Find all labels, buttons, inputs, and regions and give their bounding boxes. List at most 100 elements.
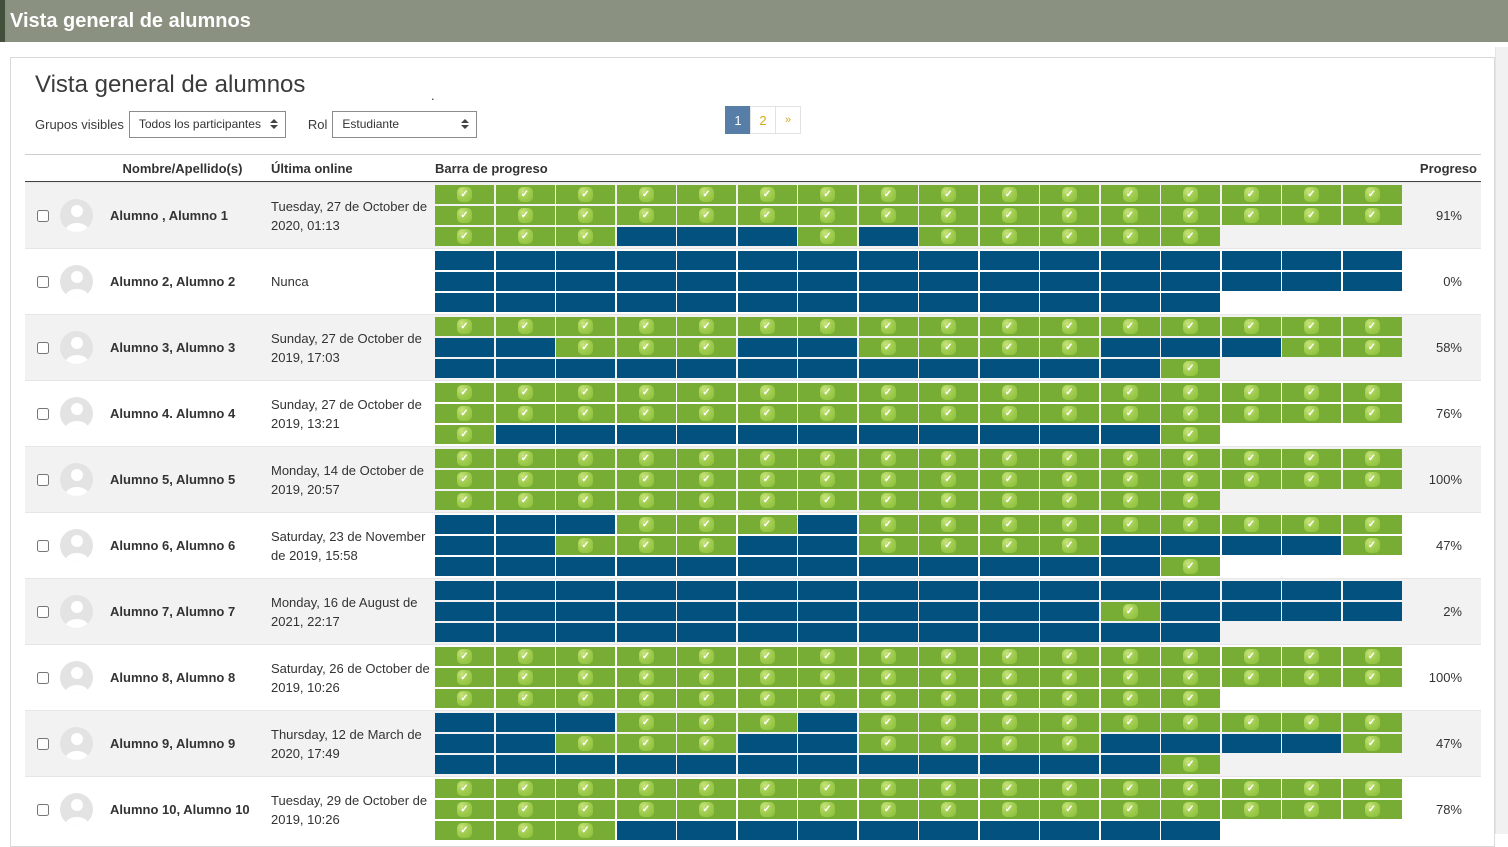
activity-cell-complete[interactable]: ✓	[1222, 779, 1281, 798]
activity-cell-incomplete[interactable]	[556, 713, 615, 732]
activity-cell-complete[interactable]: ✓	[617, 404, 676, 423]
activity-cell-incomplete[interactable]	[798, 338, 857, 357]
activity-cell-complete[interactable]: ✓	[1161, 470, 1220, 489]
activity-cell-complete[interactable]: ✓	[798, 185, 857, 204]
activity-cell-incomplete[interactable]	[1161, 338, 1220, 357]
activity-cell-complete[interactable]: ✓	[980, 515, 1039, 534]
activity-cell-incomplete[interactable]	[556, 272, 615, 291]
activity-cell-complete[interactable]: ✓	[1161, 404, 1220, 423]
activity-cell-incomplete[interactable]	[798, 425, 857, 444]
activity-cell-complete[interactable]: ✓	[1040, 668, 1099, 687]
activity-cell-complete[interactable]: ✓	[677, 647, 736, 666]
activity-cell-incomplete[interactable]	[738, 755, 797, 774]
activity-cell-complete[interactable]: ✓	[677, 206, 736, 225]
activity-cell-incomplete[interactable]	[496, 359, 555, 378]
activity-cell-incomplete[interactable]	[496, 755, 555, 774]
activity-cell-complete[interactable]: ✓	[859, 800, 918, 819]
activity-cell-complete[interactable]: ✓	[617, 713, 676, 732]
activity-cell-incomplete[interactable]	[738, 338, 797, 357]
activity-cell-complete[interactable]: ✓	[1343, 383, 1402, 402]
activity-cell-complete[interactable]: ✓	[1161, 185, 1220, 204]
activity-cell-complete[interactable]: ✓	[617, 734, 676, 753]
activity-cell-complete[interactable]: ✓	[435, 206, 494, 225]
activity-cell-incomplete[interactable]	[677, 557, 736, 576]
activity-cell-complete[interactable]: ✓	[435, 425, 494, 444]
activity-cell-complete[interactable]: ✓	[798, 800, 857, 819]
activity-cell-incomplete[interactable]	[556, 251, 615, 270]
activity-cell-incomplete[interactable]	[556, 557, 615, 576]
activity-cell-complete[interactable]: ✓	[980, 470, 1039, 489]
activity-cell-incomplete[interactable]	[1222, 338, 1281, 357]
activity-cell-complete[interactable]: ✓	[1161, 515, 1220, 534]
activity-cell-incomplete[interactable]	[677, 272, 736, 291]
activity-cell-incomplete[interactable]	[980, 293, 1039, 312]
activity-cell-incomplete[interactable]	[1161, 536, 1220, 555]
activity-cell-complete[interactable]: ✓	[1101, 602, 1160, 621]
activity-cell-complete[interactable]: ✓	[1101, 800, 1160, 819]
activity-cell-incomplete[interactable]	[1040, 557, 1099, 576]
row-checkbox[interactable]	[37, 672, 49, 684]
activity-cell-complete[interactable]: ✓	[980, 779, 1039, 798]
activity-cell-incomplete[interactable]	[435, 251, 494, 270]
activity-cell-complete[interactable]: ✓	[1343, 800, 1402, 819]
activity-cell-complete[interactable]: ✓	[617, 515, 676, 534]
activity-cell-incomplete[interactable]	[919, 581, 978, 600]
activity-cell-complete[interactable]: ✓	[1161, 449, 1220, 468]
activity-cell-incomplete[interactable]	[980, 272, 1039, 291]
activity-cell-complete[interactable]: ✓	[677, 515, 736, 534]
activity-cell-complete[interactable]: ✓	[556, 821, 615, 840]
activity-cell-complete[interactable]: ✓	[1222, 317, 1281, 336]
activity-cell-complete[interactable]: ✓	[738, 449, 797, 468]
activity-cell-complete[interactable]: ✓	[496, 821, 555, 840]
activity-cell-complete[interactable]: ✓	[496, 647, 555, 666]
activity-cell-complete[interactable]: ✓	[1343, 470, 1402, 489]
activity-cell-incomplete[interactable]	[980, 251, 1039, 270]
activity-cell-complete[interactable]: ✓	[617, 491, 676, 510]
row-checkbox[interactable]	[37, 276, 49, 288]
activity-cell-complete[interactable]: ✓	[738, 800, 797, 819]
activity-cell-complete[interactable]: ✓	[1161, 317, 1220, 336]
activity-cell-complete[interactable]: ✓	[919, 536, 978, 555]
activity-cell-complete[interactable]: ✓	[1343, 647, 1402, 666]
activity-cell-complete[interactable]: ✓	[496, 227, 555, 246]
activity-cell-incomplete[interactable]	[617, 755, 676, 774]
activity-cell-complete[interactable]: ✓	[1161, 779, 1220, 798]
activity-cell-incomplete[interactable]	[1040, 821, 1099, 840]
activity-cell-incomplete[interactable]	[1161, 602, 1220, 621]
activity-cell-incomplete[interactable]	[617, 272, 676, 291]
activity-cell-incomplete[interactable]	[435, 581, 494, 600]
activity-cell-complete[interactable]: ✓	[859, 317, 918, 336]
activity-cell-complete[interactable]: ✓	[919, 800, 978, 819]
activity-cell-complete[interactable]: ✓	[496, 668, 555, 687]
activity-cell-complete[interactable]: ✓	[1282, 383, 1341, 402]
activity-cell-incomplete[interactable]	[617, 227, 676, 246]
activity-cell-complete[interactable]: ✓	[980, 338, 1039, 357]
activity-cell-incomplete[interactable]	[738, 734, 797, 753]
activity-cell-complete[interactable]: ✓	[617, 185, 676, 204]
activity-cell-complete[interactable]: ✓	[1222, 185, 1281, 204]
activity-cell-complete[interactable]: ✓	[1040, 689, 1099, 708]
activity-cell-incomplete[interactable]	[859, 359, 918, 378]
activity-cell-incomplete[interactable]	[556, 359, 615, 378]
activity-cell-complete[interactable]: ✓	[1282, 338, 1341, 357]
activity-cell-complete[interactable]: ✓	[919, 668, 978, 687]
activity-cell-complete[interactable]: ✓	[1040, 383, 1099, 402]
activity-cell-complete[interactable]: ✓	[980, 383, 1039, 402]
activity-cell-incomplete[interactable]	[798, 734, 857, 753]
activity-cell-complete[interactable]: ✓	[1282, 779, 1341, 798]
activity-cell-complete[interactable]: ✓	[617, 206, 676, 225]
activity-cell-complete[interactable]: ✓	[1101, 470, 1160, 489]
activity-cell-complete[interactable]: ✓	[1282, 800, 1341, 819]
activity-cell-complete[interactable]: ✓	[435, 668, 494, 687]
activity-cell-incomplete[interactable]	[496, 515, 555, 534]
activity-cell-complete[interactable]: ✓	[556, 689, 615, 708]
activity-cell-complete[interactable]: ✓	[1101, 185, 1160, 204]
activity-cell-incomplete[interactable]	[677, 581, 736, 600]
activity-cell-incomplete[interactable]	[677, 602, 736, 621]
activity-cell-incomplete[interactable]	[496, 338, 555, 357]
activity-cell-complete[interactable]: ✓	[1222, 449, 1281, 468]
activity-cell-complete[interactable]: ✓	[980, 317, 1039, 336]
activity-cell-incomplete[interactable]	[919, 557, 978, 576]
activity-cell-complete[interactable]: ✓	[1282, 515, 1341, 534]
activity-cell-incomplete[interactable]	[738, 359, 797, 378]
